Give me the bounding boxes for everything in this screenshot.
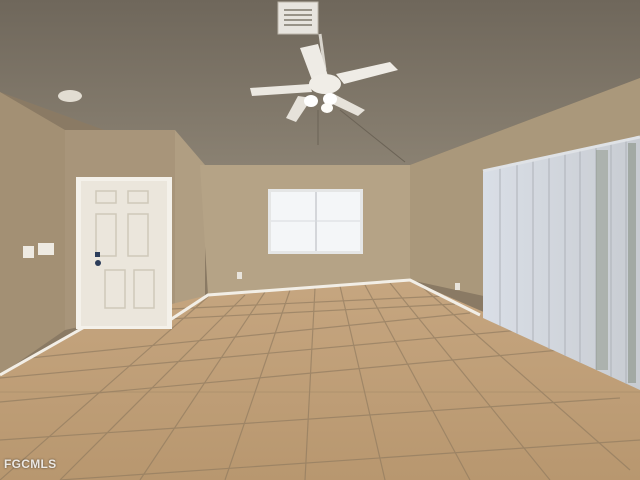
room-photo bbox=[0, 0, 640, 480]
blinds-gap-view bbox=[596, 150, 608, 370]
door-deadbolt bbox=[95, 252, 100, 257]
watermark: FGCMLS bbox=[4, 457, 57, 471]
left-wall bbox=[0, 92, 65, 375]
light-switch bbox=[23, 246, 34, 258]
blinds-gap-view bbox=[628, 143, 636, 383]
wall-outlet bbox=[237, 272, 242, 279]
wall-outlet bbox=[455, 283, 460, 290]
ceiling-vent bbox=[277, 1, 319, 35]
smoke-detector bbox=[58, 90, 82, 102]
light-switch bbox=[38, 243, 54, 255]
door-knob bbox=[95, 260, 101, 266]
